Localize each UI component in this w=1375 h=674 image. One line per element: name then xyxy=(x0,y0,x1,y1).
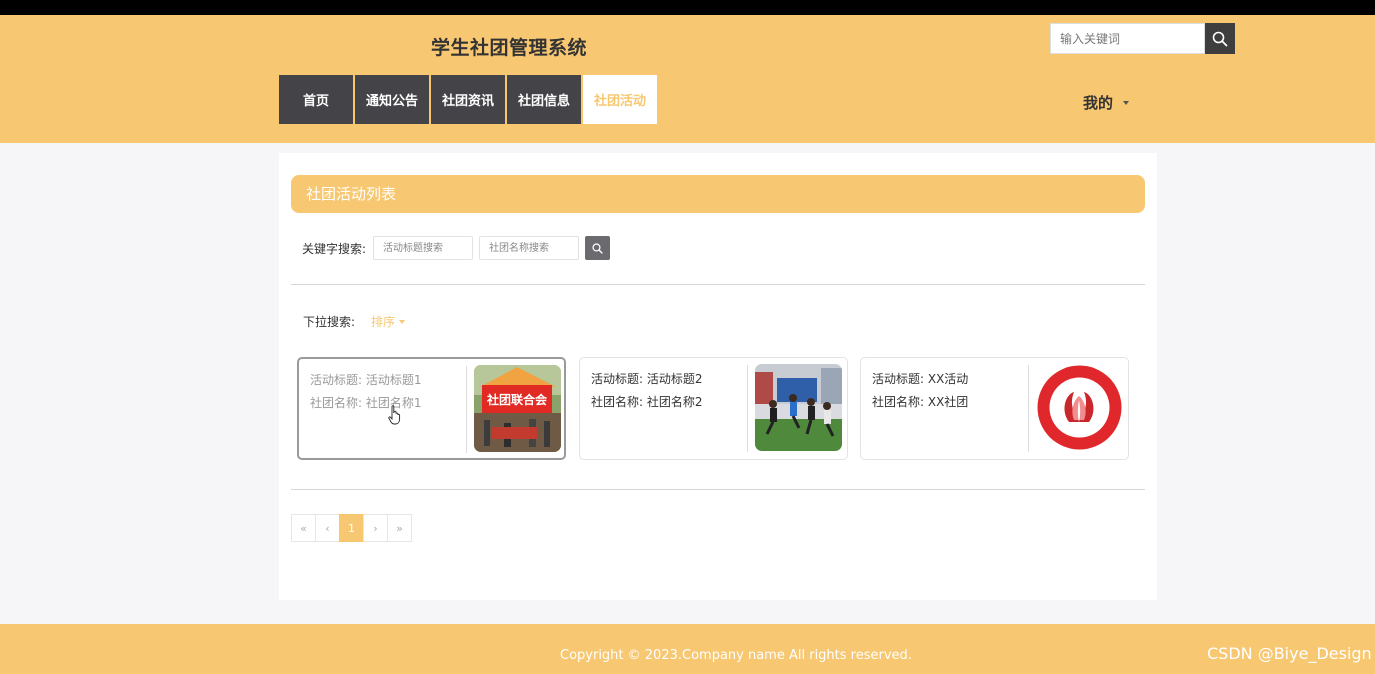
activity-image[interactable] xyxy=(755,364,842,451)
keyword-search-label: 关键字搜索: xyxy=(302,241,367,256)
dropdown-search-row: 下拉搜索: 排序 xyxy=(303,313,406,330)
activity-card-info: 活动标题: XX活动 社团名称: XX社团 xyxy=(872,368,968,414)
sort-dropdown-label: 排序 xyxy=(371,315,396,329)
activity-card-info: 活动标题: 活动标题2 社团名称: 社团名称2 xyxy=(591,368,703,414)
search-icon xyxy=(1212,31,1228,46)
activity-image[interactable]: 社团联合会 xyxy=(474,365,561,452)
activity-club-name: 社团名称: XX社团 xyxy=(872,395,969,409)
search-icon xyxy=(592,242,603,254)
activity-card[interactable]: 活动标题: XX活动 社团名称: XX社团 xyxy=(860,357,1129,460)
my-account-menu[interactable]: 我的 xyxy=(1083,92,1130,113)
activity-title: 活动标题: 活动标题1 xyxy=(310,373,422,387)
activity-card-info: 活动标题: 活动标题1 社团名称: 社团名称1 xyxy=(310,369,422,415)
dropdown-search-label: 下拉搜索: xyxy=(303,315,356,329)
union-of-association-logo xyxy=(1036,364,1123,451)
nav-item-club-info[interactable]: 社团信息 xyxy=(507,75,581,124)
site-title: 学生社团管理系统 xyxy=(431,37,588,59)
main-panel: 社团活动列表 关键字搜索: 下拉搜索: 排序 活动标题: 活动标题1 社团名称:… xyxy=(279,153,1157,600)
main-nav: 首页 通知公告 社团资讯 社团信息 社团活动 xyxy=(279,75,659,124)
keyword-search-button[interactable] xyxy=(585,236,611,260)
watermark-text: CSDN @Biye_Design xyxy=(1207,644,1372,663)
header-search xyxy=(1050,23,1235,54)
nav-item-notices[interactable]: 通知公告 xyxy=(355,75,429,124)
window-top-bar xyxy=(0,0,1375,15)
card-divider xyxy=(747,365,748,452)
copyright-text: Copyright © 2023.Company name All rights… xyxy=(560,648,912,663)
pagination-last[interactable]: » xyxy=(387,514,412,542)
card-divider xyxy=(1028,365,1029,452)
activity-title: 活动标题: XX活动 xyxy=(872,372,969,386)
activity-card[interactable]: 活动标题: 活动标题2 社团名称: 社团名称2 xyxy=(579,357,848,460)
nav-item-club-activities[interactable]: 社团活动 xyxy=(583,75,657,124)
club-name-search-input[interactable] xyxy=(479,236,580,260)
students-jumping-photo xyxy=(755,364,842,451)
chevron-down-icon xyxy=(1123,100,1130,105)
activity-image[interactable] xyxy=(1036,364,1123,451)
sort-dropdown[interactable]: 排序 xyxy=(371,313,406,330)
pagination-prev[interactable]: ‹ xyxy=(315,514,340,542)
section-divider xyxy=(291,489,1145,490)
nav-item-home[interactable]: 首页 xyxy=(279,75,353,124)
club-fair-tent-photo: 社团联合会 xyxy=(474,365,561,452)
activity-card[interactable]: 活动标题: 活动标题1 社团名称: 社团名称1 社团联合会 xyxy=(297,357,566,460)
section-divider xyxy=(291,284,1145,285)
card-divider xyxy=(466,366,467,453)
list-heading: 社团活动列表 xyxy=(291,175,1145,213)
my-account-label: 我的 xyxy=(1083,94,1114,112)
activity-title-search-input[interactable] xyxy=(373,236,474,260)
activity-title: 活动标题: 活动标题2 xyxy=(591,372,703,386)
site-footer: Copyright © 2023.Company name All rights… xyxy=(0,624,1375,674)
pagination-page[interactable]: 1 xyxy=(339,514,364,542)
svg-text:社团联合会: 社团联合会 xyxy=(486,392,548,407)
pagination: « ‹ 1 › » xyxy=(291,514,412,542)
pagination-next[interactable]: › xyxy=(363,514,388,542)
cursor-hand-icon xyxy=(388,405,401,425)
nav-item-club-news[interactable]: 社团资讯 xyxy=(431,75,505,124)
header-search-input[interactable] xyxy=(1050,23,1205,54)
pagination-first[interactable]: « xyxy=(291,514,316,542)
activity-club-name: 社团名称: 社团名称1 xyxy=(310,396,422,410)
header-search-button[interactable] xyxy=(1205,23,1235,54)
chevron-down-icon xyxy=(399,319,406,324)
keyword-search-row: 关键字搜索: xyxy=(302,236,611,260)
site-header: 学生社团管理系统 首页 通知公告 社团资讯 社团信息 社团活动 我的 xyxy=(0,15,1375,143)
activity-club-name: 社团名称: 社团名称2 xyxy=(591,395,703,409)
